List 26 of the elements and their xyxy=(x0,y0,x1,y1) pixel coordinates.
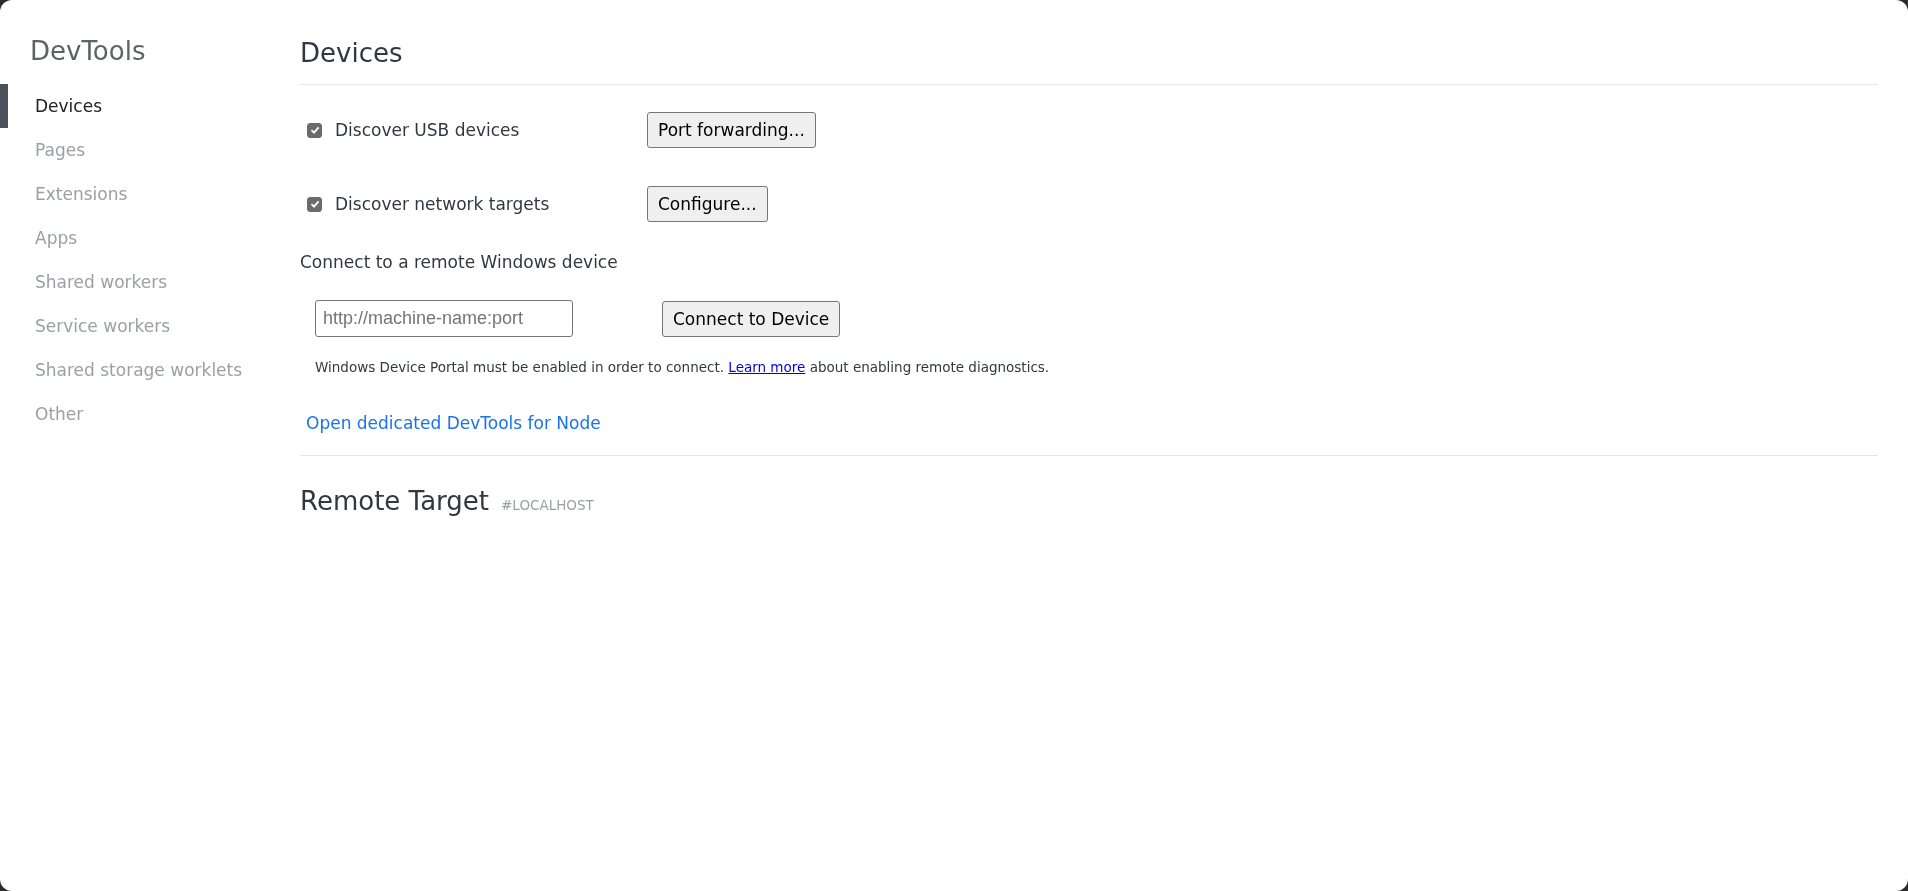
connect-button[interactable]: Connect to Device xyxy=(662,300,841,337)
sidebar-item[interactable]: Shared workers xyxy=(0,260,300,304)
checkmark-icon xyxy=(308,124,321,136)
option-button[interactable]: Port forwarding... xyxy=(647,112,816,148)
help-text: Windows Device Portal must be enabled in order to connect. Learn more about enabling remote diagnostics. xyxy=(314,359,1051,375)
host-label: #LOCALHOST xyxy=(501,497,594,513)
node-devtools-link[interactable]: Open dedicated DevTools for Node xyxy=(306,413,601,433)
learn-more-link[interactable]: Learn more xyxy=(728,359,806,375)
sidebar-item[interactable]: Other xyxy=(0,392,300,436)
checkbox[interactable] xyxy=(307,122,322,138)
checkbox-label: Discover network targets xyxy=(335,194,550,214)
address-field[interactable]: http://machine-name:port xyxy=(315,300,573,337)
sidebar-item[interactable]: Service workers xyxy=(0,304,300,348)
checkmark-icon xyxy=(308,198,321,210)
subsection-heading: Connect to a remote Windows device xyxy=(300,252,619,272)
sidebar-item[interactable]: Devices xyxy=(0,84,300,128)
sidebar-item[interactable]: Shared storage worklets xyxy=(0,348,300,392)
sidebar-item[interactable]: Apps xyxy=(0,216,300,260)
sidebar-item[interactable]: Pages xyxy=(0,128,300,172)
checkbox-label: Discover USB devices xyxy=(335,120,520,140)
section-title: Devices xyxy=(300,37,404,70)
option-button[interactable]: Configure... xyxy=(647,186,768,222)
checkbox[interactable] xyxy=(307,196,322,212)
section-title: Remote Target xyxy=(300,485,490,518)
sidebar-item[interactable]: Extensions xyxy=(0,172,300,216)
sidebar-title: DevTools xyxy=(29,36,147,68)
